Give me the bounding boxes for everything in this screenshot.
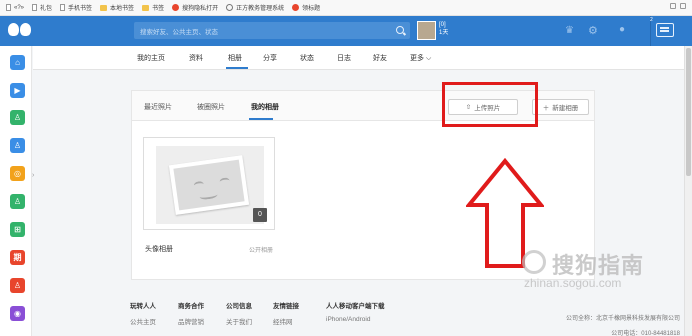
new-album-button[interactable]: ＋ 新建相册 — [532, 99, 589, 115]
footer-company: 公司全称：北京千橡网景科技发展有限公司 — [565, 316, 680, 322]
bookmark-item[interactable]: 搜狗隐私打开 — [172, 3, 218, 12]
sidebar-item-chat[interactable]: ◉ — [10, 306, 25, 321]
bookmarks-bar: «?» 礼包 手机书签 本地书签 书签 搜狗隐私打开 正方教务管理系统 领标题 — [0, 0, 692, 16]
eye-shape — [193, 180, 205, 190]
footer-column: 友情链接 经纬网 — [273, 303, 299, 326]
sogou-watermark-logo — [522, 250, 546, 274]
eye-shape — [219, 177, 231, 186]
bookmark-item[interactable]: 领标题 — [292, 3, 320, 12]
footer-column: 玩转人人 公共主页 — [130, 303, 156, 326]
bookmark-item[interactable]: 本地书签 — [100, 3, 134, 12]
sidebar-item-profile[interactable]: ♙ — [10, 138, 25, 153]
active-tab-indicator — [249, 118, 273, 120]
profile-subnav: 我的主页 资料 相册 分享 状态 日志 好友 更多 ⌵ — [33, 46, 684, 70]
tab-my-albums[interactable]: 我的相册 — [251, 102, 279, 112]
scroll-thumb[interactable] — [686, 48, 691, 176]
logo-shape — [8, 23, 19, 36]
tab-albums[interactable]: 相册 — [228, 53, 242, 63]
folder-icon — [142, 4, 150, 11]
chat-icon[interactable] — [656, 23, 674, 37]
page-scrollbar[interactable] — [684, 46, 692, 336]
mouth-shape — [199, 190, 218, 201]
footer-phone: 公司电话：010-84481818 — [611, 331, 680, 336]
sidebar-item-apps[interactable]: ◎ — [10, 166, 25, 181]
expand-arrow-icon[interactable]: › — [32, 172, 38, 180]
tab-blog[interactable]: 日志 — [337, 53, 351, 63]
highlight-box — [442, 82, 538, 127]
footer: 玩转人人 公共主页 商务合作 品牌营销 公司信息 关于我们 友情链接 经纬网 人… — [33, 300, 684, 336]
photo-count-badge: 0 — [253, 208, 267, 222]
bookmark-item[interactable]: 书签 — [142, 3, 164, 12]
sidebar-item-video[interactable]: ▶ — [10, 83, 25, 98]
tab-tagged-photos[interactable]: 被圈照片 — [197, 102, 225, 112]
footer-link[interactable]: 经纬网 — [273, 316, 299, 326]
album-privacy: 公开相册 — [249, 248, 274, 254]
sidebar-item-games[interactable]: ⊞ — [10, 222, 25, 237]
user-name: [0] — [439, 22, 446, 28]
tab-more[interactable]: 更多 ⌵ — [410, 53, 431, 63]
page-icon — [6, 4, 11, 11]
watermark-url: zhinan.sogou.com — [524, 276, 622, 290]
tab-share[interactable]: 分享 — [263, 53, 277, 63]
folder-icon — [100, 4, 108, 11]
sidebar-item-home[interactable]: ⌂ — [10, 55, 25, 70]
tab-recent-photos[interactable]: 最近照片 — [144, 102, 172, 112]
left-sidebar: ⌂ ▶ ♙ ♙ ◎ ♙ ⊞ 期 ♙ ◉ — [0, 46, 32, 336]
gear-icon[interactable]: ⚙ — [588, 24, 598, 37]
plus-icon: ＋ — [542, 105, 550, 112]
album-name[interactable]: 头像相册 — [145, 244, 173, 254]
square-icon — [680, 3, 686, 9]
sogou-icon — [292, 4, 300, 11]
sidebar-item-groups[interactable]: ♙ — [10, 278, 25, 293]
placeholder-face-icon — [168, 155, 250, 215]
tab-profile[interactable]: 资料 — [189, 53, 203, 63]
page-icon — [60, 4, 66, 11]
top-nav: 搜索好友、公共主页、状态 [0] 1天 ♛ ⚙ ● 2 — [0, 16, 692, 46]
renren-logo[interactable] — [8, 23, 32, 37]
search-icon[interactable] — [396, 26, 404, 34]
tab-home[interactable]: 我的主页 — [137, 53, 165, 63]
footer-link[interactable]: 公共主页 — [130, 316, 156, 326]
bookmarks-overflow[interactable] — [670, 3, 686, 9]
tab-friends[interactable]: 好友 — [373, 53, 387, 63]
active-tab-indicator — [226, 67, 248, 69]
tab-status[interactable]: 状态 — [300, 53, 314, 63]
user-sub: 1天 — [439, 30, 449, 36]
footer-column: 人人移动客户端下载 iPhone/Android — [326, 303, 385, 323]
bookmark-item[interactable]: 正方教务管理系统 — [226, 3, 284, 12]
sidebar-item-contacts[interactable]: ♙ — [10, 194, 25, 209]
footer-link[interactable]: 品牌营销 — [178, 316, 204, 326]
chat-badge: 2 — [650, 17, 653, 23]
sidebar-item-friends[interactable]: ♙ — [10, 110, 25, 125]
page-icon — [32, 4, 38, 11]
search-input[interactable]: 搜索好友、公共主页、状态 — [134, 22, 410, 39]
avatar[interactable] — [417, 21, 436, 40]
square-icon — [670, 3, 676, 9]
globe-icon — [226, 4, 234, 11]
bookmark-item[interactable]: 手机书签 — [60, 3, 92, 12]
bell-icon[interactable]: ● — [619, 24, 625, 35]
album-cover[interactable] — [156, 146, 264, 224]
crown-icon[interactable]: ♛ — [565, 25, 574, 36]
footer-column: 商务合作 品牌营销 — [178, 303, 204, 326]
footer-link[interactable]: iPhone/Android — [326, 316, 385, 323]
sidebar-item-events[interactable]: 期 — [10, 250, 25, 265]
bookmark-item[interactable]: 礼包 — [32, 3, 52, 12]
logo-shape — [20, 23, 31, 36]
user-info[interactable]: [0] 1天 — [439, 21, 448, 37]
bookmark-item[interactable]: «?» — [6, 4, 24, 11]
footer-link[interactable]: 关于我们 — [226, 316, 252, 326]
footer-column: 公司信息 关于我们 — [226, 303, 252, 326]
sogou-icon — [172, 4, 180, 11]
